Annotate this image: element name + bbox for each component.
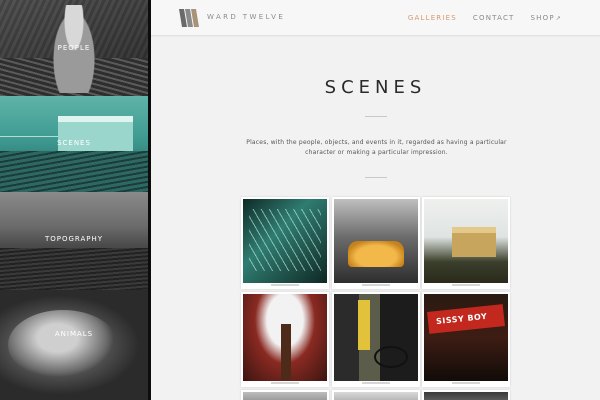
partial-photo [334, 392, 418, 400]
title-divider [365, 116, 387, 117]
ground-shape [0, 151, 148, 192]
tree-photo [243, 294, 327, 381]
sign-text: SISSY BOY [435, 311, 488, 327]
thumbnail-car[interactable] [332, 197, 420, 289]
thumbnail-partial[interactable] [241, 390, 329, 400]
thumbnail-shed[interactable] [422, 197, 510, 289]
site-header: WARD TWELVE GALLERIES CONTACT SHOP↗ [151, 0, 600, 36]
sign-photo: SISSY BOY [424, 294, 508, 381]
sidebar-tile-animals[interactable]: ANIMALS [0, 290, 148, 400]
car-photo [334, 199, 418, 283]
sidebar-tile-scenes[interactable]: SCENES [0, 96, 148, 192]
thumbnail-tree[interactable] [241, 292, 329, 387]
sea-shape [0, 248, 148, 290]
nav-galleries[interactable]: GALLERIES [408, 14, 457, 22]
brand-name[interactable]: WARD TWELVE [207, 13, 285, 21]
thumbnail-underline [271, 382, 299, 384]
bicycle-photo [334, 294, 418, 381]
sidebar-tile-label: ANIMALS [54, 330, 94, 338]
sidebar-tile-label: TOPOGRAPHY [44, 235, 104, 243]
thumbnail-underline [452, 284, 480, 286]
sidebar-tile-label: PEOPLE [57, 44, 91, 52]
logo-icon[interactable] [179, 9, 201, 27]
page-title: SCENES [324, 77, 427, 98]
main-nav: GALLERIES CONTACT SHOP↗ [408, 14, 562, 22]
sidebar-tile-label: SCENES [57, 139, 91, 147]
gallery-sidebar: PEOPLE SCENES TOPOGRAPHY ANIMALS [0, 0, 148, 400]
thumbnail-underline [362, 382, 390, 384]
description-divider [365, 177, 387, 178]
building-shape [58, 116, 133, 154]
partial-photo [424, 392, 508, 400]
page: PEOPLE SCENES TOPOGRAPHY ANIMALS WARD TW… [0, 0, 600, 400]
main-content: SCENES Places, with the people, objects,… [151, 37, 600, 400]
shed-photo [424, 199, 508, 283]
partial-photo [243, 392, 327, 400]
nav-shop[interactable]: SHOP↗ [531, 14, 562, 22]
thumbnail-underline [271, 284, 299, 286]
sidebar-tile-people[interactable]: PEOPLE [0, 0, 148, 96]
nav-shop-label: SHOP [530, 14, 555, 22]
external-link-icon: ↗ [555, 15, 562, 22]
thumbnail-sign[interactable]: SISSY BOY [422, 292, 510, 387]
thumbnail-partial[interactable] [332, 390, 420, 400]
page-description: Places, with the people, objects, and ev… [246, 139, 507, 156]
animal-shape [8, 310, 118, 380]
thumbnail-underline [452, 382, 480, 384]
thumbnail-bicycle[interactable] [332, 292, 420, 387]
thumbnail-station[interactable] [241, 197, 329, 289]
sidebar-tile-topography[interactable]: TOPOGRAPHY [0, 192, 148, 290]
animals-image [0, 290, 148, 400]
nav-contact[interactable]: CONTACT [473, 14, 515, 22]
station-photo [243, 199, 327, 283]
thumbnail-partial[interactable] [422, 390, 510, 400]
thumbnail-underline [362, 284, 390, 286]
